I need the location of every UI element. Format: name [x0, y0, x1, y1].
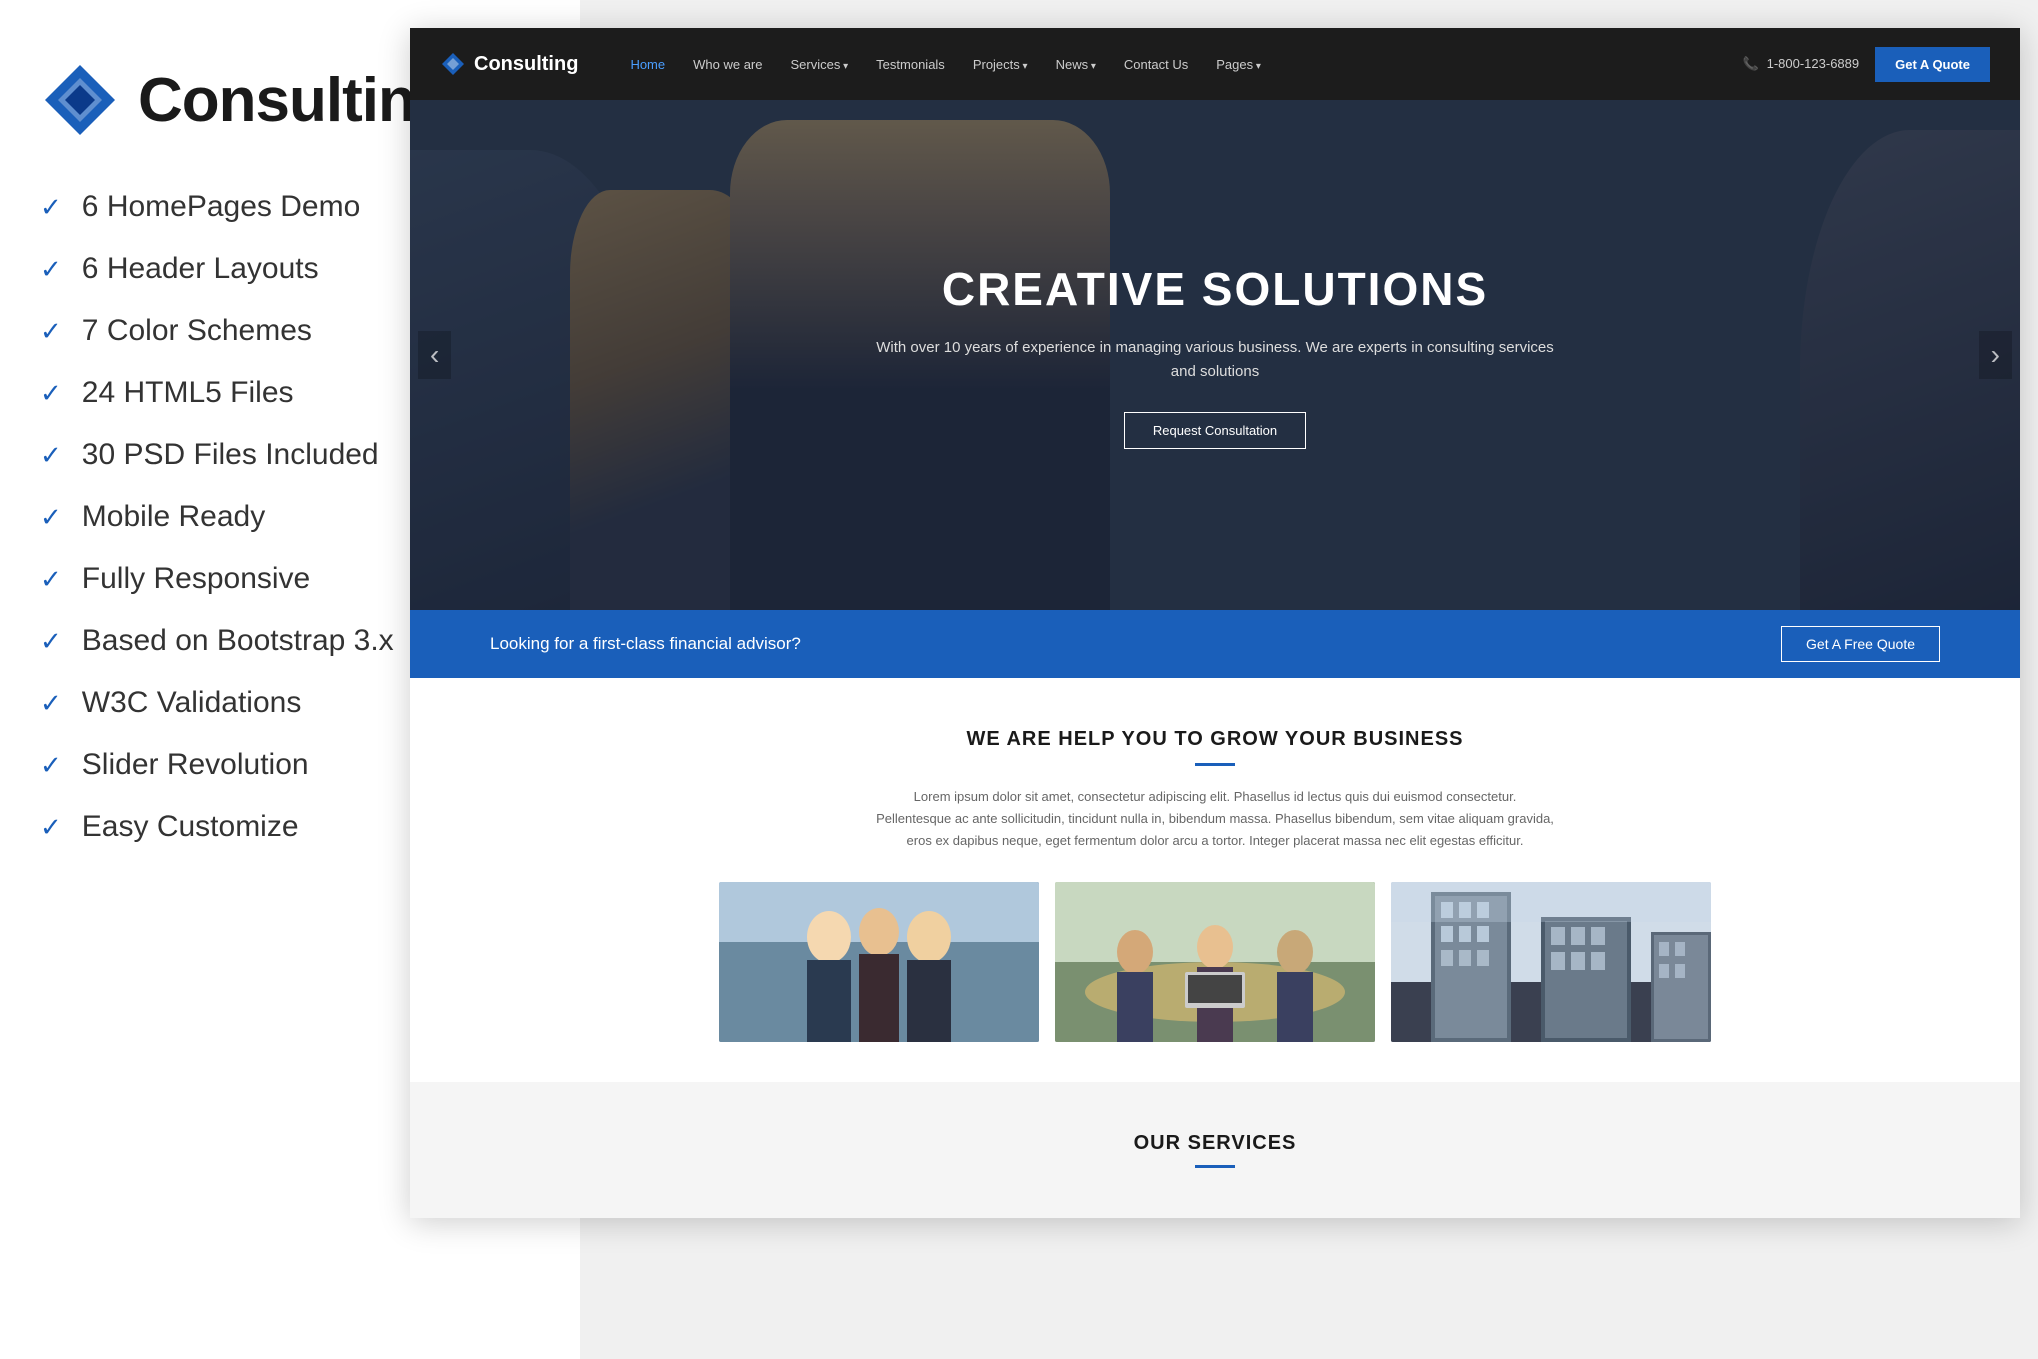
site-logo-icon [440, 51, 466, 77]
hero-subtitle: With over 10 years of experience in mana… [865, 336, 1565, 384]
grow-section-title: WE ARE HELP YOU TO GROW YOUR BUSINESS [490, 728, 1940, 751]
check-icon: ✓ [40, 254, 62, 285]
image-grid [490, 882, 1940, 1042]
site-logo: Consulting [440, 51, 578, 77]
grow-section: WE ARE HELP YOU TO GROW YOUR BUSINESS Lo… [410, 678, 2020, 1082]
carousel-next-button[interactable]: › [1979, 331, 2012, 379]
nav-home[interactable]: Home [618, 51, 677, 78]
check-icon: ✓ [40, 378, 62, 409]
building-image [1391, 882, 1711, 1042]
section-divider [1195, 763, 1235, 766]
check-icon: ✓ [40, 502, 62, 533]
meeting-image [1055, 882, 1375, 1042]
hero-title: CREATIVE SOLUTIONS [865, 262, 1565, 316]
check-icon: ✓ [40, 564, 62, 595]
services-divider [1195, 1165, 1235, 1168]
hero-cta-button[interactable]: Request Consultation [1124, 412, 1306, 449]
check-icon: ✓ [40, 440, 62, 471]
header-phone: 📞 1-800-123-6889 [1743, 56, 1859, 72]
site-logo-text: Consulting [474, 53, 578, 76]
diamond-logo-icon [40, 60, 120, 140]
hero-section: CREATIVE SOLUTIONS With over 10 years of… [410, 100, 2020, 610]
grow-section-desc: Lorem ipsum dolor sit amet, consectetur … [875, 786, 1555, 852]
blue-banner: Looking for a first-class financial advi… [410, 610, 2020, 678]
nav-contact-us[interactable]: Contact Us [1112, 51, 1200, 78]
check-icon: ✓ [40, 812, 62, 843]
meeting-svg [1055, 882, 1375, 1042]
check-icon: ✓ [40, 192, 62, 223]
team-image [719, 882, 1039, 1042]
services-title: OUR SERVICES [490, 1132, 1940, 1155]
carousel-prev-button[interactable]: ‹ [418, 331, 451, 379]
nav-services[interactable]: Services [779, 51, 861, 78]
nav-pages[interactable]: Pages [1204, 51, 1273, 78]
check-icon: ✓ [40, 316, 62, 347]
check-icon: ✓ [40, 688, 62, 719]
free-quote-button[interactable]: Get A Free Quote [1781, 626, 1940, 662]
hero-content: CREATIVE SOLUTIONS With over 10 years of… [865, 262, 1565, 449]
site-nav: Home Who we are Services Testmonials Pro… [618, 51, 1742, 78]
get-quote-button[interactable]: Get A Quote [1875, 47, 1990, 82]
brand-name: Consulting [138, 65, 452, 136]
phone-icon: 📞 [1743, 56, 1759, 71]
nav-projects[interactable]: Projects [961, 51, 1040, 78]
website-preview: Consulting Home Who we are Services Test… [410, 28, 2020, 1218]
nav-news[interactable]: News [1044, 51, 1108, 78]
services-section: OUR SERVICES [410, 1082, 2020, 1218]
building-svg [1391, 882, 1711, 1042]
nav-who-we-are[interactable]: Who we are [681, 51, 774, 78]
site-header: Consulting Home Who we are Services Test… [410, 28, 2020, 100]
check-icon: ✓ [40, 626, 62, 657]
team-svg [719, 882, 1039, 1042]
nav-testimonials[interactable]: Testmonials [864, 51, 957, 78]
check-icon: ✓ [40, 750, 62, 781]
banner-text: Looking for a first-class financial advi… [490, 634, 801, 654]
